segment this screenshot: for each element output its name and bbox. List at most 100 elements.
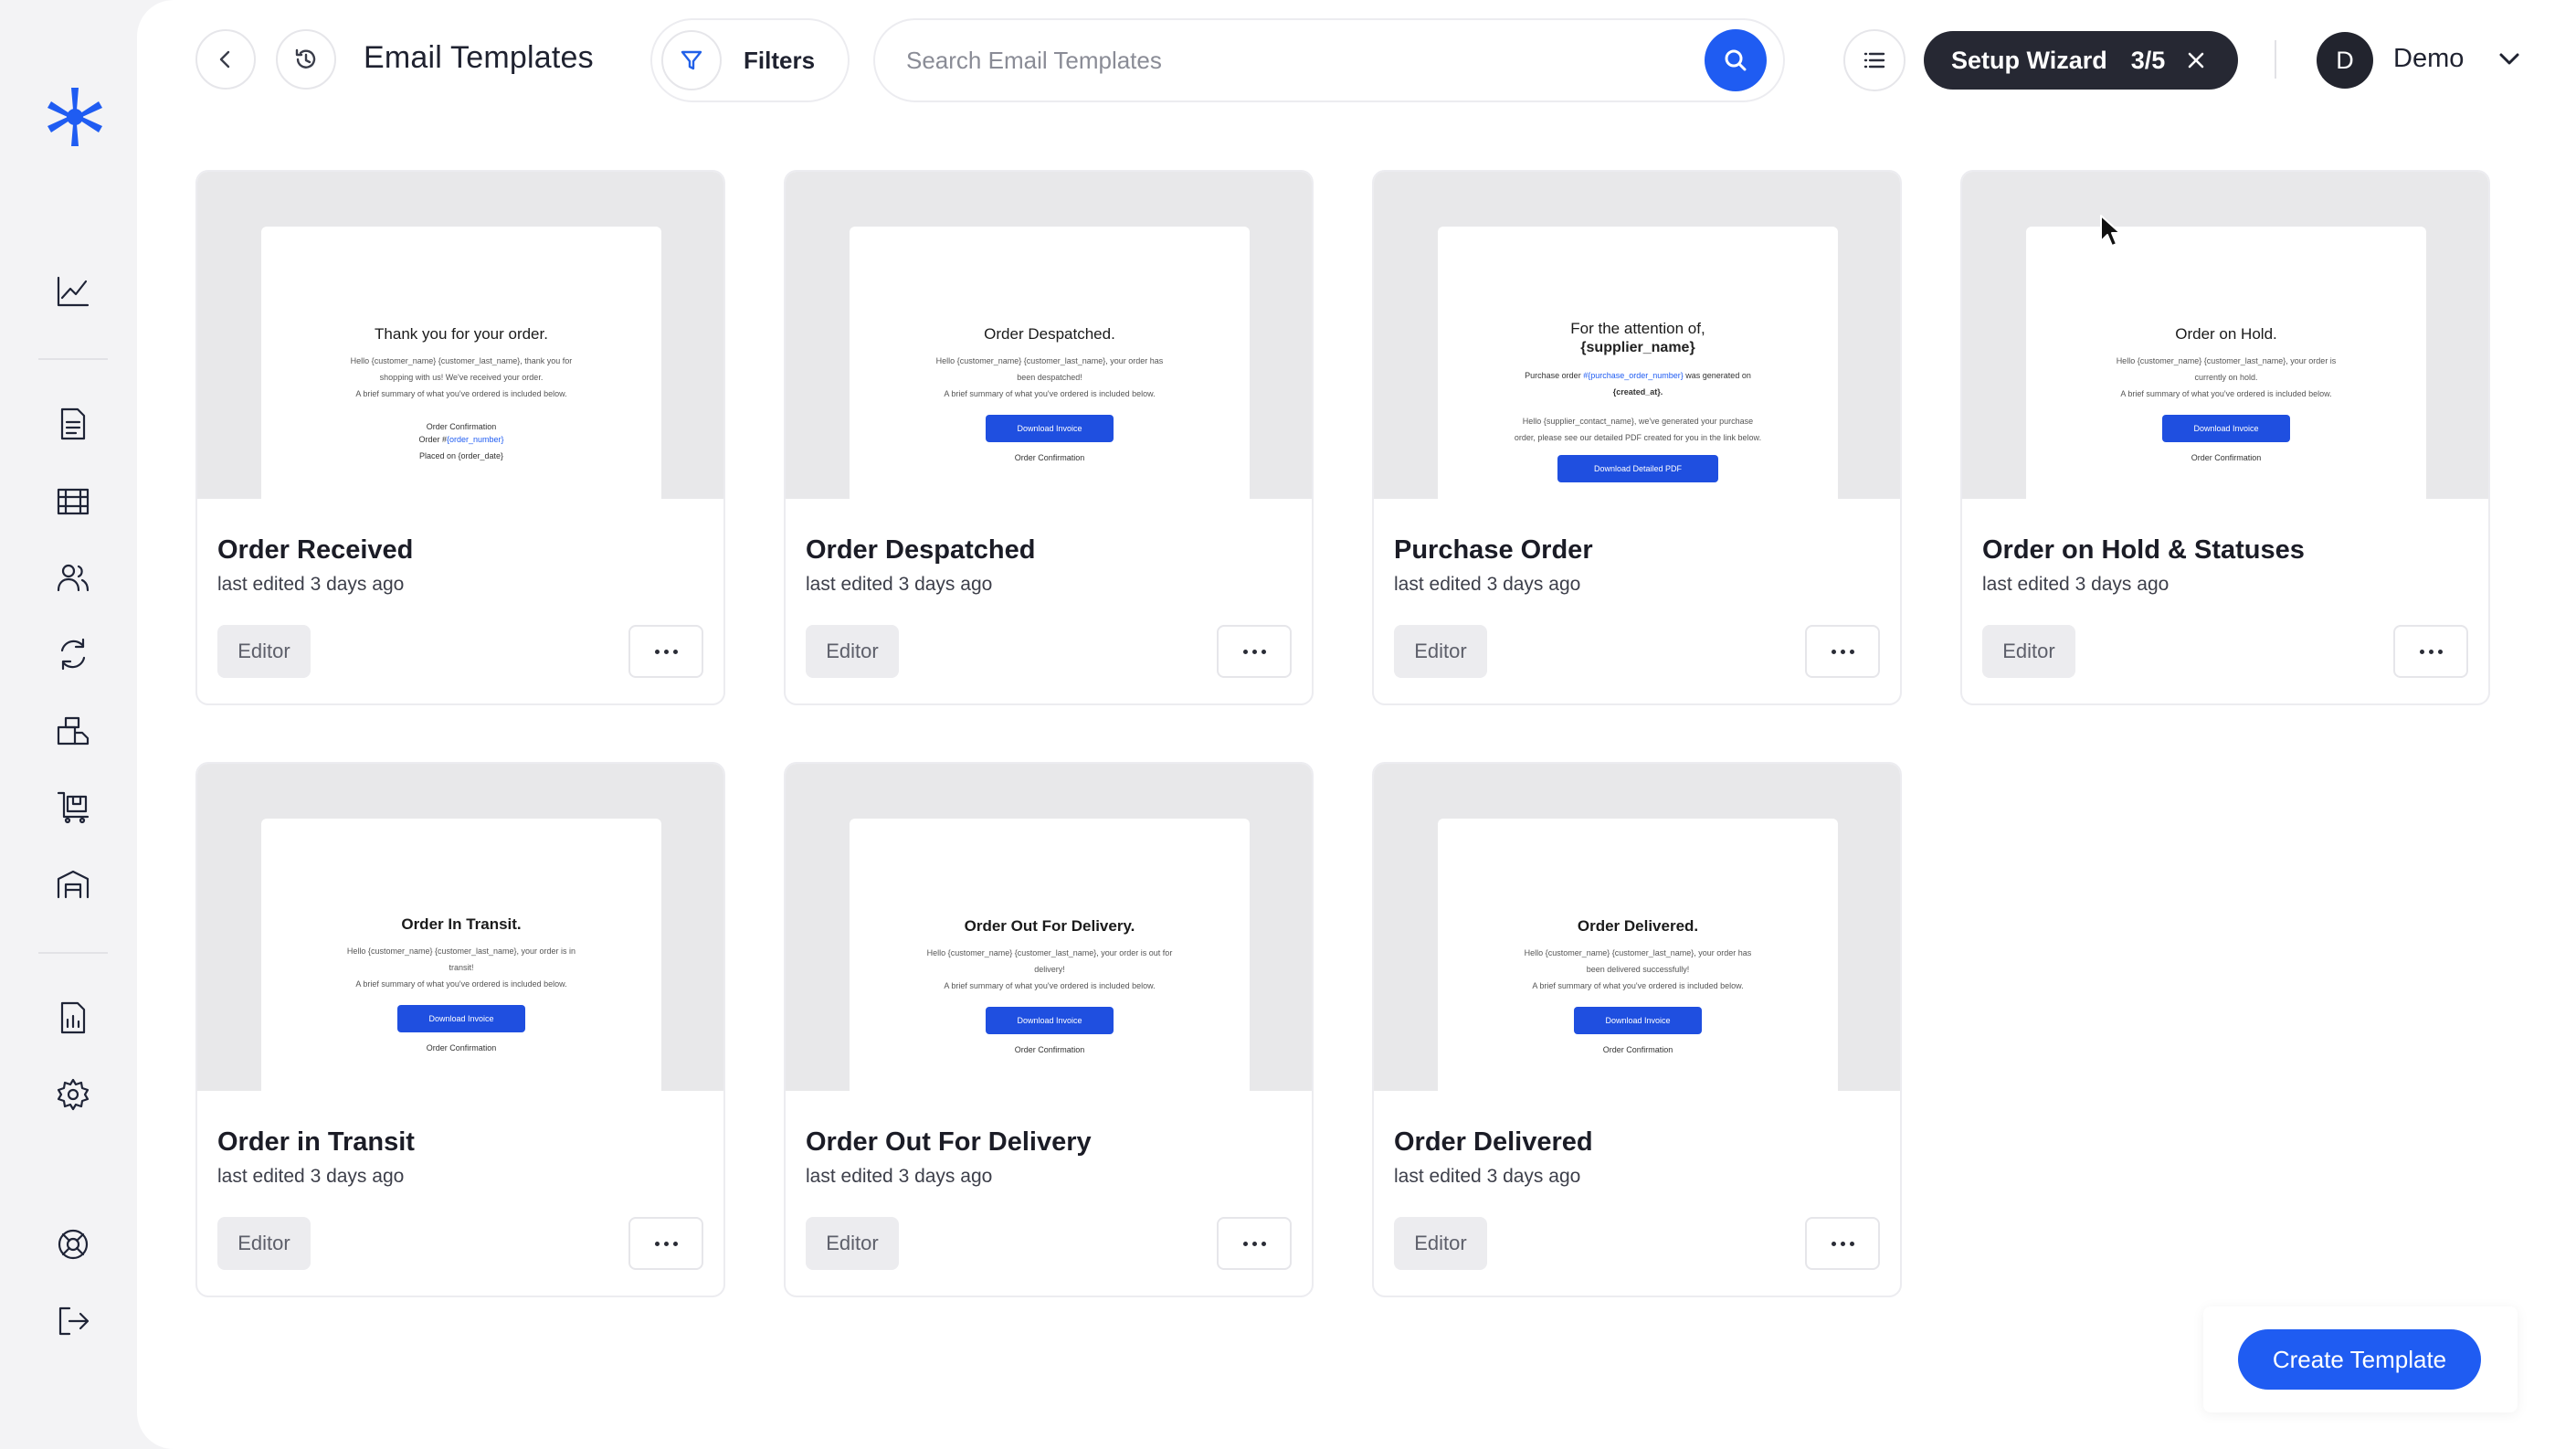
- logo-icon[interactable]: [38, 80, 111, 153]
- setup-wizard-chip[interactable]: Setup Wizard 3/5: [1924, 31, 2238, 90]
- template-card: For the attention of, {supplier_name} Pu…: [1372, 170, 1902, 705]
- logout-icon[interactable]: [51, 1299, 95, 1343]
- filters-label: Filters: [744, 46, 816, 74]
- more-options-button[interactable]: [1805, 625, 1880, 678]
- preview-line: Hello {supplier_contact_name}, we've gen…: [1522, 417, 1754, 426]
- create-template-panel: Create Template: [2203, 1306, 2518, 1412]
- preview-line: A brief summary of what you've ordered i…: [1532, 981, 1744, 990]
- preview-body: Hello {customer_name} {customer_last_nam…: [324, 943, 598, 992]
- editor-button[interactable]: Editor: [217, 625, 311, 678]
- header-divider: [2275, 40, 2276, 79]
- card-subtitle: last edited 3 days ago: [806, 1166, 993, 1187]
- back-button[interactable]: [195, 29, 256, 90]
- preview-heading: Order Out For Delivery.: [964, 917, 1135, 935]
- preview-line: A brief summary of what you've ordered i…: [2120, 389, 2332, 398]
- more-options-button[interactable]: [2393, 625, 2468, 678]
- template-preview[interactable]: Order Out For Delivery. Hello {customer_…: [786, 764, 1312, 1091]
- filters-button[interactable]: Filters: [650, 18, 850, 102]
- preview-download-button: Download Invoice: [2162, 415, 2290, 442]
- preview-confirmation: Order Confirmation: [426, 422, 497, 431]
- mouse-cursor-icon: [2100, 215, 2121, 247]
- document-icon[interactable]: [51, 402, 95, 446]
- template-preview[interactable]: Order In Transit. Hello {customer_name} …: [197, 764, 723, 1091]
- card-subtitle: last edited 3 days ago: [1394, 574, 1581, 595]
- close-icon[interactable]: [2185, 49, 2207, 71]
- preview-po-line: Purchase order #{purchase_order_number} …: [1438, 367, 1838, 384]
- preview-download-button: Download Invoice: [397, 1005, 525, 1032]
- search-input[interactable]: [906, 20, 1655, 100]
- card-title: Order Despatched: [806, 535, 1036, 565]
- editor-button[interactable]: Editor: [806, 625, 899, 678]
- editor-button[interactable]: Editor: [1394, 1217, 1487, 1270]
- filter-icon: [661, 30, 722, 90]
- main-panel: Email Templates Filters Setup Wizard 3/5…: [137, 0, 2576, 1449]
- dashboard-icon[interactable]: [51, 479, 95, 523]
- email-preview: For the attention of, {supplier_name} Pu…: [1438, 227, 1838, 499]
- wizard-label: Setup Wizard: [1951, 46, 2107, 74]
- create-template-button[interactable]: Create Template: [2238, 1329, 2481, 1390]
- preview-download-button: Download Detailed PDF: [1557, 455, 1719, 482]
- editor-button[interactable]: Editor: [806, 1217, 899, 1270]
- chevron-down-icon[interactable]: [2496, 46, 2527, 77]
- chevron-left-icon: [219, 50, 230, 69]
- preview-download-button: Download Invoice: [1574, 1007, 1702, 1034]
- preview-confirmation: Order Confirmation: [426, 1043, 497, 1052]
- preview-po-date: {created_at}.: [1612, 387, 1663, 397]
- avatar[interactable]: D: [2317, 32, 2373, 89]
- more-icon: [654, 1241, 678, 1246]
- support-icon[interactable]: [51, 1222, 95, 1266]
- template-preview[interactable]: Order on Hold. Hello {customer_name} {cu…: [1962, 172, 2488, 499]
- users-icon[interactable]: [51, 555, 95, 599]
- user-name[interactable]: Demo: [2393, 44, 2464, 74]
- warehouse-icon[interactable]: [51, 862, 95, 906]
- card-subtitle: last edited 3 days ago: [1394, 1166, 1581, 1187]
- card-title: Purchase Order: [1394, 535, 1593, 565]
- preview-line: shopping with us! We've received your or…: [379, 373, 544, 382]
- preview-heading: Order on Hold.: [2175, 325, 2277, 343]
- preview-line: Hello {customer_name} {customer_last_nam…: [346, 947, 576, 956]
- orders-icon[interactable]: [51, 786, 95, 830]
- list-icon: [1863, 52, 1885, 69]
- preview-heading: Order In Transit.: [401, 915, 522, 933]
- shipping-icon[interactable]: [51, 709, 95, 753]
- wizard-step: 3/5: [2130, 46, 2166, 74]
- preview-line: Hello {customer_name} {customer_last_nam…: [2116, 356, 2337, 365]
- history-button[interactable]: [276, 29, 336, 90]
- reports-icon[interactable]: [51, 996, 95, 1040]
- more-icon: [1831, 649, 1854, 654]
- sync-icon[interactable]: [51, 632, 95, 676]
- template-preview[interactable]: Order Despatched. Hello {customer_name} …: [786, 172, 1312, 499]
- preview-order-number: Order #{order_number}: [261, 431, 661, 448]
- preview-heading: Thank you for your order.: [375, 325, 548, 343]
- preview-line: been delivered successfully!: [1586, 965, 1690, 974]
- editor-button[interactable]: Editor: [217, 1217, 311, 1270]
- editor-button[interactable]: Editor: [1982, 625, 2075, 678]
- more-options-button[interactable]: [628, 1217, 703, 1270]
- preview-line: A brief summary of what you've ordered i…: [355, 979, 567, 989]
- sidebar-divider: [38, 358, 108, 360]
- editor-button[interactable]: Editor: [1394, 625, 1487, 678]
- template-card: Order Delivered. Hello {customer_name} {…: [1372, 762, 1902, 1297]
- more-options-button[interactable]: [1217, 625, 1292, 678]
- email-preview: Order on Hold. Hello {customer_name} {cu…: [2026, 227, 2426, 499]
- preview-download-button: Download Invoice: [986, 1007, 1114, 1034]
- template-preview[interactable]: Order Delivered. Hello {customer_name} {…: [1374, 764, 1900, 1091]
- email-preview: Order In Transit. Hello {customer_name} …: [261, 819, 661, 1091]
- analytics-icon[interactable]: [51, 269, 95, 312]
- email-preview: Order Delivered. Hello {customer_name} {…: [1438, 819, 1838, 1091]
- page-title: Email Templates: [364, 40, 594, 75]
- card-subtitle: last edited 3 days ago: [217, 1166, 405, 1187]
- settings-icon[interactable]: [51, 1073, 95, 1116]
- template-card: Order on Hold. Hello {customer_name} {cu…: [1960, 170, 2490, 705]
- more-options-button[interactable]: [628, 625, 703, 678]
- template-preview[interactable]: For the attention of, {supplier_name} Pu…: [1374, 172, 1900, 499]
- preview-line: currently on hold.: [2194, 373, 2258, 382]
- search-button[interactable]: [1705, 29, 1767, 91]
- more-options-button[interactable]: [1805, 1217, 1880, 1270]
- card-title: Order Delivered: [1394, 1127, 1593, 1157]
- preview-po-link: #{purchase_order_number}: [1583, 371, 1684, 380]
- list-view-button[interactable]: [1843, 29, 1906, 91]
- more-options-button[interactable]: [1217, 1217, 1292, 1270]
- template-preview[interactable]: Thank you for your order. Hello {custome…: [197, 172, 723, 499]
- sidebar: [0, 0, 137, 1449]
